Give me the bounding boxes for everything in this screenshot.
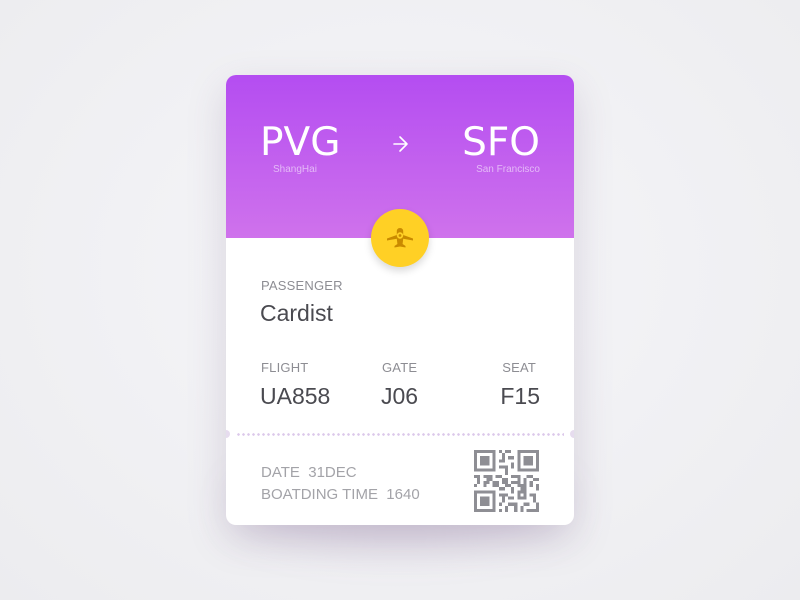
qr-code-icon xyxy=(474,450,539,512)
boarding-pass-card[interactable]: PVG ShangHai SFO San Francisco PASSENGER… xyxy=(226,75,574,525)
origin-code: PVG xyxy=(260,120,341,165)
seat-label: SEAT xyxy=(502,360,536,375)
gate-number: J06 xyxy=(381,383,419,409)
tear-notch-left xyxy=(226,430,230,438)
seat-number: F15 xyxy=(500,383,540,409)
passenger-name: Cardist xyxy=(260,300,333,326)
flight-label: FLIGHT xyxy=(261,360,309,375)
destination-code: SFO xyxy=(462,120,540,165)
tear-dots xyxy=(236,433,564,436)
tear-notch-right xyxy=(570,430,574,438)
date-value: 31DEC xyxy=(308,464,357,481)
flight-number: UA858 xyxy=(260,383,331,409)
boarding-row: BOATDING TIME 1640 xyxy=(261,486,420,504)
boarding-value: 1640 xyxy=(386,486,420,503)
passenger-label: PASSENGER xyxy=(261,278,343,293)
destination-city: San Francisco xyxy=(476,164,540,175)
date-row: DATE 31DEC xyxy=(261,464,357,482)
date-label: DATE xyxy=(261,464,300,481)
plane-badge xyxy=(371,209,429,267)
arrow-right-icon xyxy=(393,136,408,152)
boarding-label: BOATDING TIME xyxy=(261,486,378,503)
origin-city: ShangHai xyxy=(273,164,317,175)
tear-line xyxy=(226,430,574,438)
gate-label: GATE xyxy=(382,360,418,375)
airplane-icon xyxy=(387,228,413,248)
background: PVG ShangHai SFO San Francisco PASSENGER… xyxy=(0,0,800,600)
